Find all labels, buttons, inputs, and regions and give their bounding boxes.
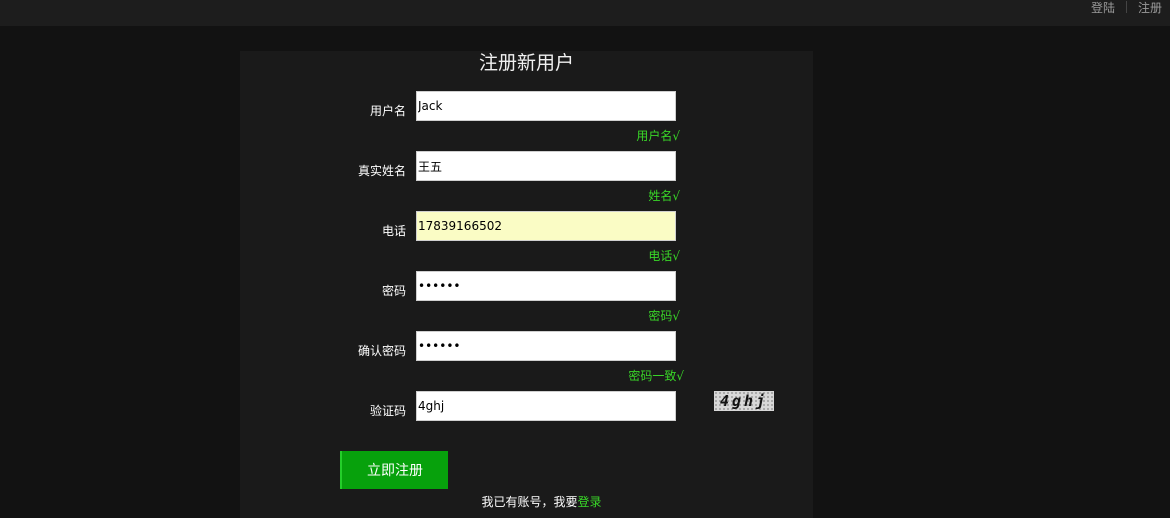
page-title: 注册新用户: [478, 52, 574, 74]
realname-hint: 姓名√: [648, 189, 680, 203]
login-link-footer[interactable]: 登录: [578, 495, 602, 509]
username-hint: 用户名√: [636, 129, 680, 143]
top-bar: 登陆 注册: [0, 0, 1170, 26]
confirm-password-hint: 密码一致√: [628, 369, 684, 383]
password-hint: 密码√: [648, 309, 680, 323]
phone-input[interactable]: [416, 211, 676, 241]
username-label: 用户名: [369, 104, 406, 118]
confirm-password-input[interactable]: [416, 331, 676, 361]
confirm-password-label: 确认密码: [357, 344, 406, 358]
realname-label: 真实姓名: [357, 164, 406, 178]
captcha-label: 验证码: [369, 404, 406, 418]
password-input[interactable]: [416, 271, 676, 301]
login-prompt-text: 我已有账号，我要: [481, 495, 578, 509]
captcha-image[interactable]: 4ghj: [714, 391, 774, 411]
login-prompt: 我已有账号，我要登录: [240, 493, 813, 510]
divider: [1125, 1, 1127, 13]
register-panel: 注册新用户 用户名 用户名√ 真实姓名 姓名√ 电话 电话√ 密码 密码√ 确认…: [240, 51, 813, 518]
captcha-input[interactable]: [416, 391, 676, 421]
phone-label: 电话: [381, 224, 406, 238]
top-links: 登陆 注册: [1091, 0, 1162, 16]
phone-hint: 电话√: [648, 249, 680, 263]
username-input[interactable]: [416, 91, 676, 121]
realname-input[interactable]: [416, 151, 676, 181]
password-label: 密码: [381, 284, 406, 298]
login-link[interactable]: 登陆: [1091, 0, 1115, 16]
register-button[interactable]: 立即注册: [340, 451, 448, 489]
register-link[interactable]: 注册: [1138, 0, 1162, 16]
